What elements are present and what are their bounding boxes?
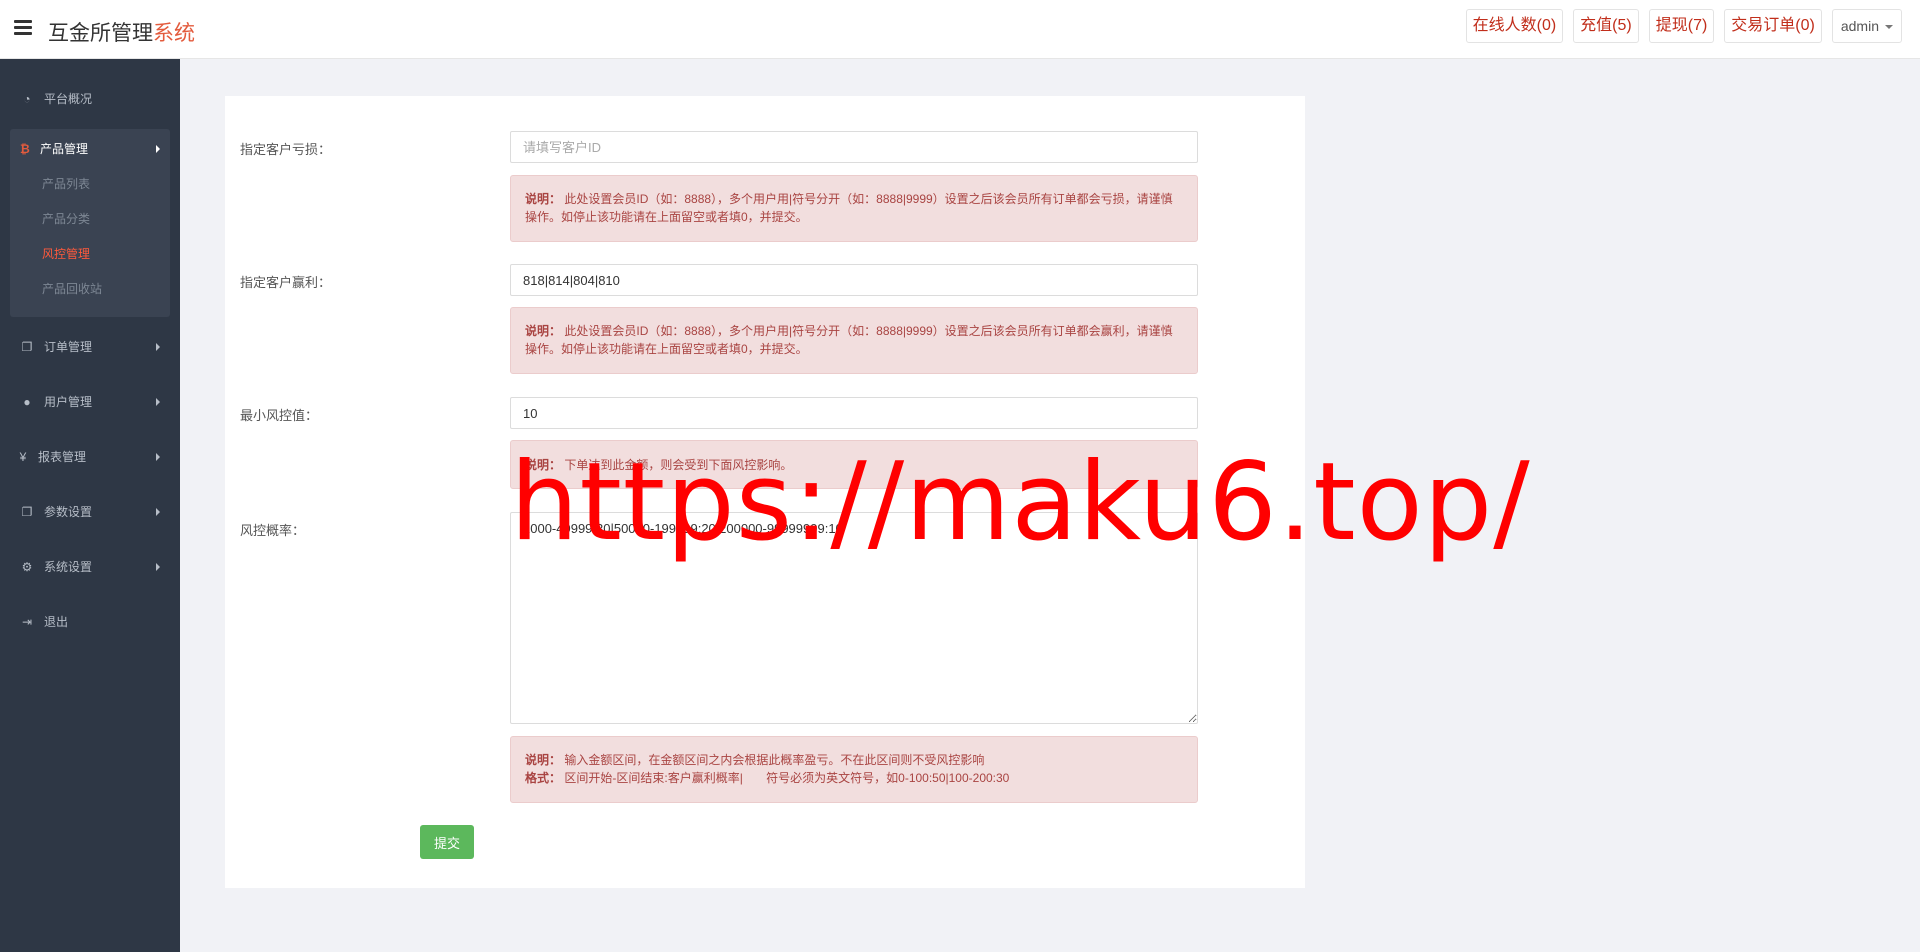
risk-control-form: 指定客户亏损： 说明： 此处设置会员ID（如：8888），多个用户用|符号分开（…	[225, 96, 1305, 888]
win-customer-input[interactable]	[510, 264, 1198, 296]
sidebar-item-product-mgmt[interactable]: ₿ 产品管理	[10, 129, 170, 169]
note-title: 说明：	[525, 324, 562, 338]
note-title: 说明：	[525, 753, 562, 767]
sidebar-item-logout[interactable]: ⇥ 退出	[10, 602, 170, 642]
submit-button[interactable]: 提交	[420, 825, 474, 859]
sidebar-subitem-product-recycle[interactable]: 产品回收站	[42, 280, 102, 297]
sidebar-subitem-risk-control[interactable]: 风控管理	[42, 245, 90, 262]
gears-icon: ⚙	[21, 560, 33, 574]
format-text: 区间开始-区间结束:客户赢利概率| 符号必须为英文符号，如0-100:50|10…	[564, 771, 1010, 785]
online-users-button[interactable]: 在线人数(0)	[1465, 9, 1564, 43]
brand-accent: 系统	[153, 22, 195, 45]
risk-probability-textarea[interactable]: 1000-49999:30|50000-199999:20|200000-999…	[510, 512, 1198, 724]
chevron-right-icon	[156, 453, 160, 461]
sidebar-item-label: 参数设置	[44, 505, 93, 519]
sidebar-subitem-product-category[interactable]: 产品分类	[42, 210, 90, 227]
sidebar-item-label: 报表管理	[38, 450, 87, 464]
risk-probability-note: 说明： 输入金额区间，在金额区间之内会根据此概率盈亏。不在此区间则不受风控影响 …	[510, 736, 1198, 803]
note-text: 此处设置会员ID（如：8888），多个用户用|符号分开（如：8888|9999）…	[525, 192, 1173, 224]
sidebar-item-label: 系统设置	[44, 560, 93, 574]
copy-icon: ❐	[21, 505, 33, 519]
sidebar-subitem-product-list[interactable]: 产品列表	[42, 175, 90, 192]
withdraw-button[interactable]: 提现(7)	[1648, 9, 1715, 43]
sidebar-group-product: ₿ 产品管理 产品列表 产品分类 风控管理 产品回收站	[10, 129, 170, 317]
brand-title: 互金所管理系统	[48, 17, 195, 47]
note-text: 输入金额区间，在金额区间之内会根据此概率盈亏。不在此区间则不受风控影响	[564, 753, 985, 767]
sidebar-item-label: 产品管理	[40, 142, 89, 156]
min-risk-label: 最小风控值：	[240, 408, 319, 423]
min-risk-input[interactable]	[510, 397, 1198, 429]
trade-orders-button[interactable]: 交易订单(0)	[1724, 9, 1822, 43]
top-actions: 在线人数(0) 充值(5) 提现(7) 交易订单(0) admin	[1465, 9, 1902, 43]
sidebar-item-param-settings[interactable]: ❐ 参数设置	[10, 492, 170, 532]
sidebar-item-label: 退出	[44, 615, 69, 629]
chevron-right-icon	[156, 343, 160, 351]
loss-customer-input[interactable]	[510, 131, 1198, 163]
win-label: 指定客户赢利：	[240, 275, 332, 290]
risk-probability-label: 风控概率：	[240, 523, 306, 538]
recharge-button[interactable]: 充值(5)	[1573, 9, 1639, 43]
note-text: 下单达到此金额，则会受到下面风控影响。	[564, 458, 793, 472]
brand-main: 互金所管理	[48, 22, 153, 45]
user-menu[interactable]: admin	[1831, 9, 1902, 43]
yen-icon: ¥	[19, 450, 27, 464]
sidebar-item-label: 用户管理	[44, 395, 93, 409]
bitcoin-icon: ₿	[20, 142, 30, 156]
dashboard-icon: ◔	[23, 92, 31, 106]
win-note: 说明： 此处设置会员ID（如：8888），多个用户用|符号分开（如：8888|9…	[510, 307, 1198, 374]
sidebar-item-user-mgmt[interactable]: ● 用户管理	[10, 382, 170, 422]
sidebar-item-order-mgmt[interactable]: ❐ 订单管理	[10, 327, 170, 367]
copy-icon: ❐	[21, 340, 33, 354]
sidebar-item-label: 平台概况	[44, 92, 93, 106]
chevron-right-icon	[156, 398, 160, 406]
sidebar-item-overview[interactable]: ◔ 平台概况	[10, 79, 170, 119]
sidebar: ◔ 平台概况 ₿ 产品管理 产品列表 产品分类 风控管理 产品回收站 ❐ 订单管…	[0, 59, 180, 952]
note-text: 此处设置会员ID（如：8888），多个用户用|符号分开（如：8888|9999）…	[525, 324, 1173, 356]
sidebar-item-label: 订单管理	[44, 340, 93, 354]
loss-label: 指定客户亏损：	[240, 142, 332, 157]
format-title: 格式：	[525, 771, 562, 785]
chevron-right-icon	[156, 508, 160, 516]
note-title: 说明：	[525, 458, 562, 472]
chevron-right-icon	[156, 145, 160, 153]
user-icon: ●	[23, 395, 31, 409]
sidebar-item-report-mgmt[interactable]: ¥ 报表管理	[10, 437, 170, 477]
loss-note: 说明： 此处设置会员ID（如：8888），多个用户用|符号分开（如：8888|9…	[510, 175, 1198, 242]
menu-toggle-icon[interactable]	[14, 20, 32, 36]
min-risk-note: 说明： 下单达到此金额，则会受到下面风控影响。	[510, 440, 1198, 489]
note-title: 说明：	[525, 192, 562, 206]
chevron-down-icon	[1885, 25, 1893, 30]
top-bar: 互金所管理系统 在线人数(0) 充值(5) 提现(7) 交易订单(0) admi…	[0, 0, 1920, 59]
sign-out-icon: ⇥	[21, 615, 33, 629]
chevron-right-icon	[156, 563, 160, 571]
user-name: admin	[1840, 18, 1879, 34]
sidebar-item-system-settings[interactable]: ⚙ 系统设置	[10, 547, 170, 587]
